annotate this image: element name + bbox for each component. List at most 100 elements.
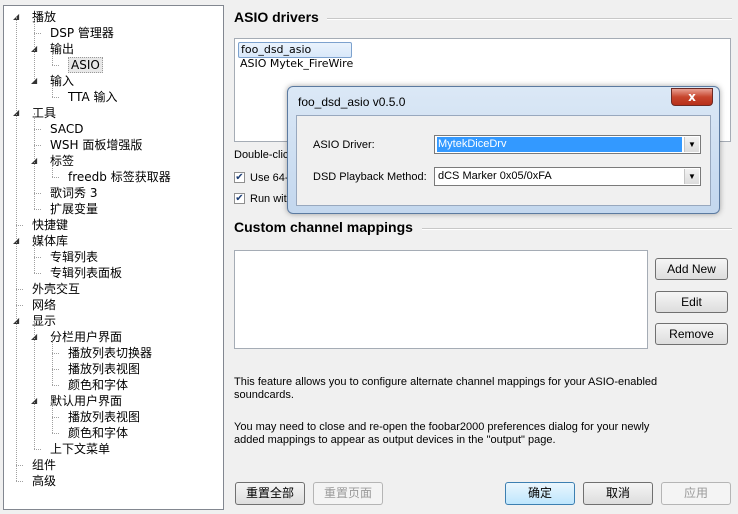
tree-item[interactable]: 组件 <box>32 457 56 473</box>
tree-item-label: 专辑列表 <box>50 250 99 264</box>
dsd-playback-select[interactable]: dCS Marker 0x05/0xFA ▼ <box>434 167 701 186</box>
tree-item[interactable]: 高级 <box>32 473 56 489</box>
tree-item-label: 外壳交互 <box>32 282 81 296</box>
tree-item-label: 播放列表视图 <box>68 410 141 424</box>
tree-item[interactable]: 快捷键 <box>32 217 68 233</box>
tree-item[interactable]: 显示 <box>32 313 56 329</box>
tree-item[interactable]: 播放 <box>32 9 56 25</box>
tree-item[interactable]: TTA 输入 <box>68 89 118 105</box>
tree-item[interactable]: 扩展变量 <box>50 201 98 217</box>
reset-all-button[interactable]: 重置全部 <box>235 482 305 505</box>
tree-item[interactable]: 输入 <box>50 73 74 89</box>
driver-item-mytek-firewire[interactable]: ASIO Mytek_FireWire <box>238 57 355 71</box>
tree-connector <box>52 97 59 98</box>
expand-arrow-icon[interactable]: ◢ <box>31 153 41 169</box>
tree-item-label: TTA 输入 <box>68 90 118 104</box>
tree-item[interactable]: 颜色和字体 <box>68 377 128 393</box>
tree-item[interactable]: 输出 <box>50 41 74 57</box>
dialog-body: ASIO Driver: MytekDiceDrv ▼ DSD Playback… <box>296 115 711 206</box>
expand-arrow-icon[interactable]: ◢ <box>31 329 41 345</box>
tree-item-label: 播放列表视图 <box>68 362 141 376</box>
tree-item[interactable]: 媒体库 <box>32 233 68 249</box>
expand-arrow-icon[interactable]: ◢ <box>13 9 23 25</box>
tree-item-label: 默认用户界面 <box>50 394 123 408</box>
tree-connector <box>52 65 59 66</box>
tree-item-label: 分栏用户界面 <box>50 330 123 344</box>
tree-item-label: 颜色和字体 <box>68 426 129 440</box>
tree-connector <box>34 449 41 450</box>
tree-connector <box>52 385 59 386</box>
tree-connector <box>34 257 41 258</box>
tree-item[interactable]: 播放列表视图 <box>68 361 140 377</box>
remove-button[interactable]: Remove <box>655 323 728 345</box>
edit-button[interactable]: Edit <box>655 291 728 313</box>
tree-item[interactable]: 播放列表切换器 <box>68 345 152 361</box>
tree-connector <box>16 481 23 482</box>
preferences-tree[interactable]: 播放 ◢ DSP 管理器 输出 ◢ ASIO 输入 ◢ TTA 输入 工具 ◢ SACD WSH 面板增… <box>3 5 224 510</box>
tree-item-label: 高级 <box>32 474 57 488</box>
tree-item[interactable]: 网络 <box>32 297 56 313</box>
tree-item[interactable]: 标签 <box>50 153 74 169</box>
tree-item[interactable]: 歌词秀 3 <box>50 185 97 201</box>
tree-item[interactable]: 颜色和字体 <box>68 425 128 441</box>
tree-item-label: 标签 <box>50 154 75 168</box>
chevron-down-icon[interactable]: ▼ <box>684 169 699 184</box>
dsd-playback-label: DSD Playback Method: <box>313 171 427 183</box>
tree-item-label: 播放列表切换器 <box>68 346 153 360</box>
ok-button[interactable]: 确定 <box>505 482 575 505</box>
tree-connector <box>34 273 41 274</box>
tree-connector <box>52 369 59 370</box>
run-with-checkbox[interactable]: ✔ <box>234 193 245 204</box>
tree-connector <box>52 177 59 178</box>
tree-connector <box>34 129 41 130</box>
expand-arrow-icon[interactable]: ◢ <box>13 105 23 121</box>
mapping-note-line1: You may need to close and re-open the fo… <box>234 421 650 433</box>
tree-item[interactable]: 分栏用户界面 <box>50 329 122 345</box>
expand-arrow-icon[interactable]: ◢ <box>31 73 41 89</box>
channel-mappings-title: Custom channel mappings <box>234 219 413 235</box>
tree-connector <box>34 145 41 146</box>
apply-button[interactable]: 应用 <box>661 482 731 505</box>
tree-item[interactable]: ASIO <box>68 57 103 73</box>
tree-item[interactable]: 专辑列表面板 <box>50 265 122 281</box>
tree-item[interactable]: 工具 <box>32 105 56 121</box>
tree-item[interactable]: 专辑列表 <box>50 249 98 265</box>
tree-connector <box>16 465 23 466</box>
close-icon[interactable]: x <box>671 88 713 106</box>
tree-item-label: WSH 面板增强版 <box>50 138 143 152</box>
expand-arrow-icon[interactable]: ◢ <box>31 393 41 409</box>
chevron-down-icon[interactable]: ▼ <box>684 137 699 152</box>
tree-guide <box>34 17 35 81</box>
tree-connector <box>34 209 41 210</box>
tree-item-label: DSP 管理器 <box>50 26 114 40</box>
section-divider <box>422 228 732 230</box>
tree-item-label: 上下文菜单 <box>50 442 111 456</box>
tree-item[interactable]: 上下文菜单 <box>50 441 110 457</box>
cancel-button[interactable]: 取消 <box>583 482 653 505</box>
tree-guide <box>52 401 53 433</box>
tree-item-label: SACD <box>50 122 84 136</box>
channel-mapping-list[interactable] <box>234 250 648 349</box>
expand-arrow-icon[interactable]: ◢ <box>31 41 41 57</box>
tree-item[interactable]: SACD <box>50 121 83 137</box>
double-click-hint: Double-click <box>234 149 294 161</box>
expand-arrow-icon[interactable]: ◢ <box>13 233 23 249</box>
tree-item-label: 歌词秀 3 <box>50 186 98 200</box>
add-new-button[interactable]: Add New <box>655 258 728 280</box>
use-64bit-checkbox[interactable]: ✔ <box>234 172 245 183</box>
tree-item[interactable]: DSP 管理器 <box>50 25 114 41</box>
tree-guide <box>52 337 53 385</box>
tree-item[interactable]: freedb 标签获取器 <box>68 169 171 185</box>
tree-item-label: 颜色和字体 <box>68 378 129 392</box>
tree-item[interactable]: 外壳交互 <box>32 281 80 297</box>
tree-item[interactable]: 播放列表视图 <box>68 409 140 425</box>
driver-item-foo-dsd-asio[interactable]: foo_dsd_asio <box>238 42 352 58</box>
reset-page-button[interactable]: 重置页面 <box>313 482 383 505</box>
asio-driver-select[interactable]: MytekDiceDrv ▼ <box>434 135 701 154</box>
tree-item[interactable]: WSH 面板增强版 <box>50 137 142 153</box>
tree-item[interactable]: 默认用户界面 <box>50 393 122 409</box>
tree-item-label: freedb 标签获取器 <box>68 170 171 184</box>
expand-arrow-icon[interactable]: ◢ <box>13 313 23 329</box>
dialog-title: foo_dsd_asio v0.5.0 <box>298 95 406 109</box>
tree-item-label: 输入 <box>50 74 75 88</box>
